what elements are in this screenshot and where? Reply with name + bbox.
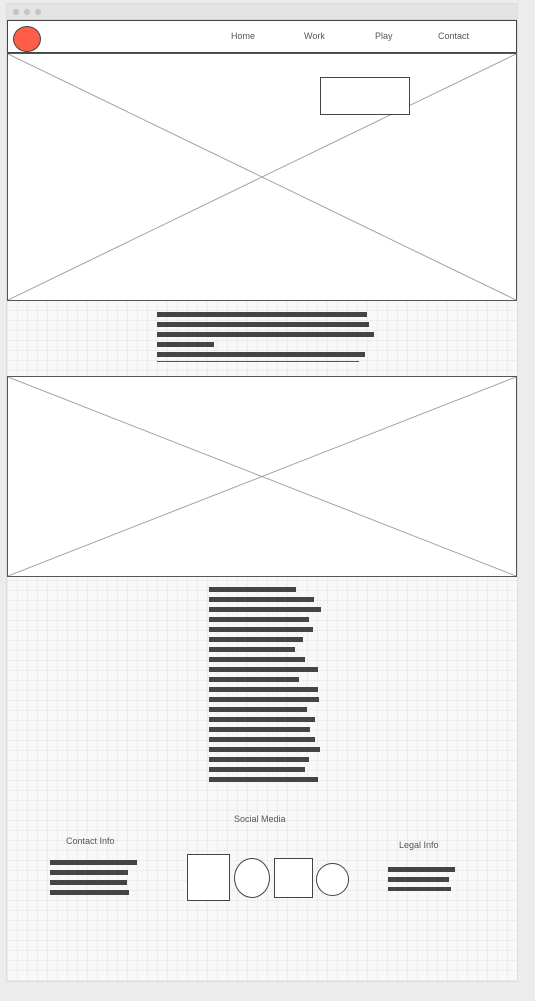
navigation-bar: Home Work Play Contact xyxy=(7,20,517,53)
text-line-bar xyxy=(209,647,295,652)
text-line-bar xyxy=(209,597,314,602)
text-line-bar xyxy=(209,717,315,722)
text-line-bar xyxy=(157,342,214,347)
text-line-bar xyxy=(209,727,310,732)
hero-image-placeholder xyxy=(7,53,517,301)
text-underline xyxy=(157,361,359,362)
text-line-bar xyxy=(209,637,303,642)
text-line-bar xyxy=(209,747,320,752)
social-circle-icon[interactable] xyxy=(316,863,349,896)
text-line-bar xyxy=(209,677,299,682)
text-line-bar xyxy=(157,322,369,327)
text-line-bar xyxy=(209,657,305,662)
feature-image-placeholder xyxy=(7,376,517,577)
text-line-bar xyxy=(209,667,318,672)
text-line-bar xyxy=(157,312,367,317)
text-line-bar xyxy=(209,767,305,772)
window-dot-icon xyxy=(13,9,19,15)
text-line-bar xyxy=(209,737,315,742)
image-placeholder-icon xyxy=(8,377,516,576)
legal-info-heading: Legal Info xyxy=(399,840,439,850)
nav-link-work[interactable]: Work xyxy=(304,31,325,41)
logo-circle-icon[interactable] xyxy=(13,26,41,52)
text-line-bar xyxy=(388,887,451,891)
nav-link-home[interactable]: Home xyxy=(231,31,255,41)
text-line-bar xyxy=(209,627,313,632)
text-line-bar xyxy=(209,617,309,622)
contact-info-heading: Contact Info xyxy=(66,836,115,846)
text-line-bar xyxy=(157,352,365,357)
social-circle-icon[interactable] xyxy=(234,858,270,898)
text-line-bar xyxy=(50,870,128,875)
hero-overlay-box xyxy=(320,77,410,115)
social-media-heading: Social Media xyxy=(234,814,286,824)
wireframe-window: Home Work Play Contact Contact Info Soci… xyxy=(6,3,518,982)
image-placeholder-icon xyxy=(8,54,516,300)
text-line-bar xyxy=(209,707,307,712)
text-line-bar xyxy=(50,860,137,865)
nav-link-contact[interactable]: Contact xyxy=(438,31,469,41)
text-line-bar xyxy=(388,877,449,882)
window-dot-icon xyxy=(24,9,30,15)
nav-link-play[interactable]: Play xyxy=(375,31,393,41)
text-line-bar xyxy=(209,697,319,702)
social-square-icon[interactable] xyxy=(274,858,313,898)
text-line-bar xyxy=(209,777,318,782)
social-square-icon[interactable] xyxy=(187,854,230,901)
text-line-bar xyxy=(209,687,318,692)
text-line-bar xyxy=(209,607,321,612)
text-line-bar xyxy=(209,757,309,762)
text-line-bar xyxy=(50,880,127,885)
text-line-bar xyxy=(209,587,296,592)
text-line-bar xyxy=(157,332,374,337)
window-titlebar xyxy=(7,4,517,20)
text-line-bar xyxy=(50,890,129,895)
window-dot-icon xyxy=(35,9,41,15)
text-line-bar xyxy=(388,867,455,872)
